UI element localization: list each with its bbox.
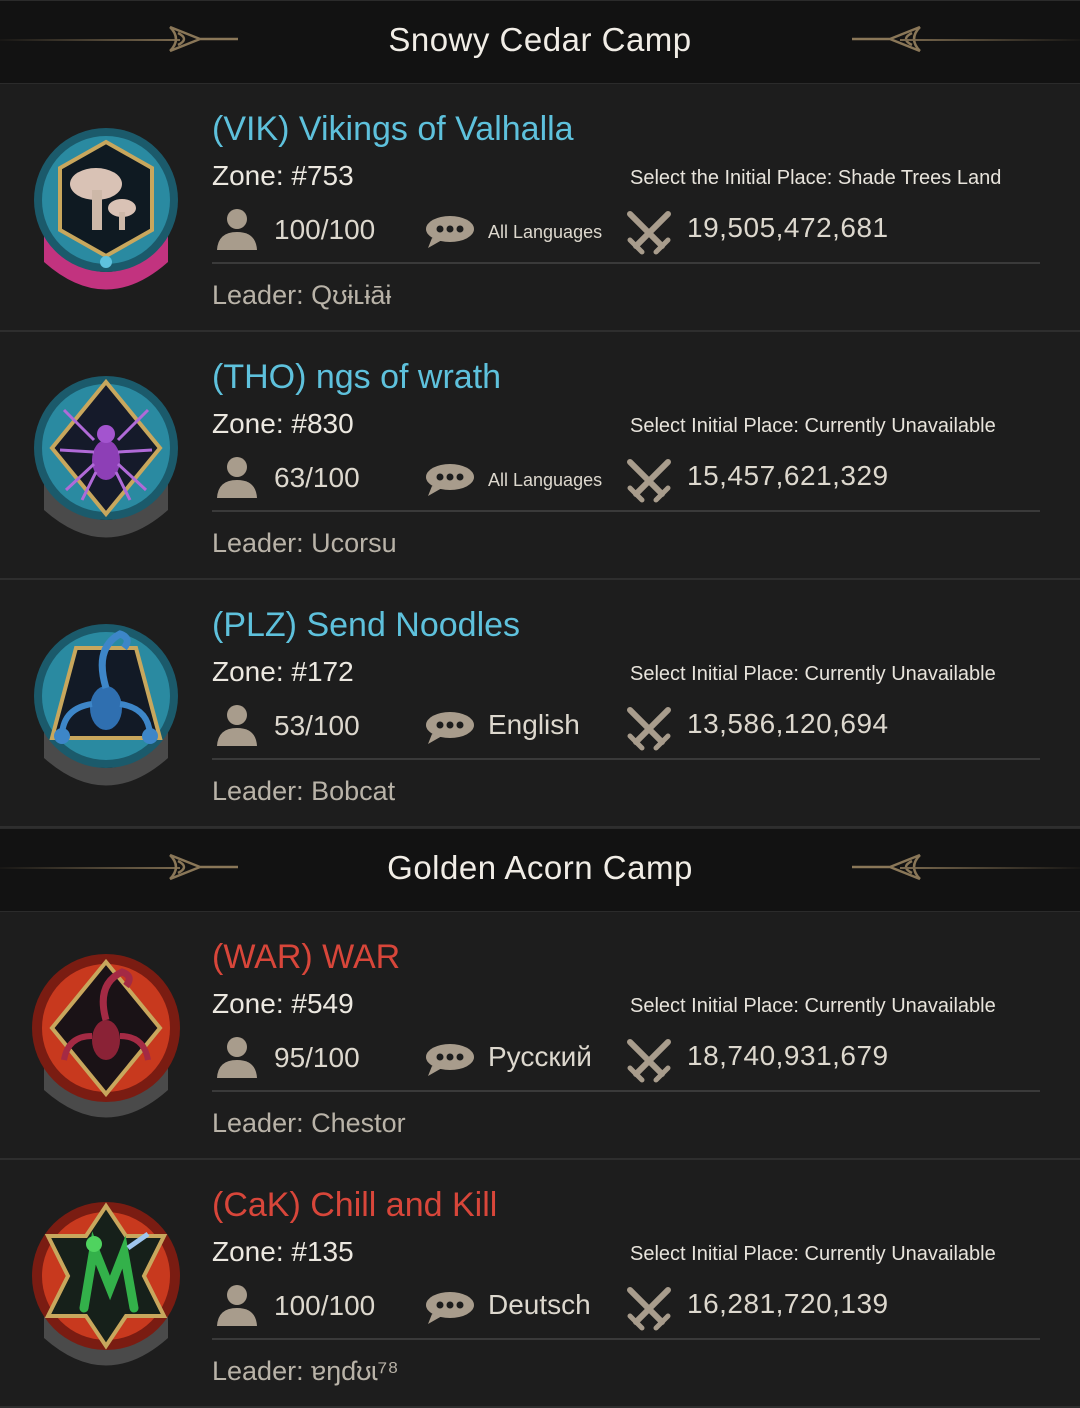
- initial-place: Select Initial Place: Currently Unavaila…: [630, 663, 996, 685]
- alliance-leader: Leader: Ucorsu: [212, 528, 397, 558]
- alliance-stats: 100/100 All Languages 19,505,472,681: [212, 204, 1040, 264]
- initial-place: Select Initial Place: Currently Unavaila…: [630, 415, 996, 437]
- alliance-name[interactable]: (THO) ngs of wrath: [212, 358, 501, 397]
- chat-icon: [426, 1292, 474, 1324]
- spider-emblem-icon: [24, 360, 188, 550]
- header-divider-right: [900, 39, 1080, 41]
- initial-place: Select the Initial Place: Shade Trees La…: [630, 167, 1002, 189]
- alliance-zone: Zone: #135: [212, 1236, 354, 1267]
- alliance-name[interactable]: (PLZ) Send Noodles: [212, 606, 520, 645]
- member-icon: [217, 705, 257, 746]
- chat-icon: [426, 1044, 474, 1076]
- alliance-leader: Leader: Chestor: [212, 1108, 406, 1138]
- alliance-row[interactable]: (CaK) Chill and Kill Zone: #135 Select I…: [0, 1160, 1080, 1408]
- alliance-stats: 95/100 Русский 18,740,931,679: [212, 1032, 1040, 1092]
- alliance-language: All Languages: [488, 222, 603, 242]
- alliance-leader: Leader: Qʊɨʟɨāɨ: [212, 280, 392, 310]
- alliance-language: All Languages: [488, 470, 603, 490]
- alliance-row[interactable]: (PLZ) Send Noodles Zone: #172 Select Ini…: [0, 580, 1080, 828]
- stats-divider: [212, 510, 1040, 512]
- chat-icon: [426, 712, 474, 744]
- member-count: 100/100: [274, 214, 376, 245]
- alliance-language: Русский: [488, 1041, 592, 1072]
- alliance-power: 18,740,931,679: [687, 1040, 889, 1071]
- alliance-power: 19,505,472,681: [687, 212, 889, 243]
- alliance-name[interactable]: (CaK) Chill and Kill: [212, 1186, 497, 1225]
- alliance-zone: Zone: #830: [212, 408, 354, 439]
- stats-divider: [212, 758, 1040, 760]
- mantis-emblem-icon: [24, 1188, 188, 1378]
- crossed-swords-icon: [627, 1039, 671, 1083]
- alliance-power: 15,457,621,329: [687, 460, 889, 491]
- mushroom-emblem-icon: [24, 112, 188, 302]
- alliance-row[interactable]: (VIK) Vikings of Valhalla Zone: #753 Sel…: [0, 84, 1080, 332]
- alliance-zone: Zone: #172: [212, 656, 354, 687]
- alliance-row[interactable]: (WAR) WAR Zone: #549 Select Initial Plac…: [0, 912, 1080, 1160]
- camp-header: Golden Acorn Camp: [0, 828, 1080, 912]
- alliance-leader: Leader: ɐŋɗʊɩ⁷⁸: [212, 1356, 399, 1386]
- alliance-zone: Zone: #753: [212, 160, 354, 191]
- member-count: 100/100: [274, 1290, 376, 1321]
- scorpion-emblem-icon: [24, 608, 188, 798]
- initial-place: Select Initial Place: Currently Unavaila…: [630, 995, 996, 1017]
- initial-place: Select Initial Place: Currently Unavaila…: [630, 1243, 996, 1265]
- crossed-swords-icon: [627, 459, 671, 503]
- member-icon: [217, 1037, 257, 1078]
- camp-header: Snowy Cedar Camp: [0, 0, 1080, 84]
- stats-divider: [212, 262, 1040, 264]
- member-count: 63/100: [274, 462, 360, 493]
- member-icon: [217, 209, 257, 250]
- stats-divider: [212, 1338, 1040, 1340]
- alliance-leader: Leader: Bobcat: [212, 776, 396, 806]
- chat-icon: [426, 216, 474, 248]
- alliance-name[interactable]: (VIK) Vikings of Valhalla: [212, 110, 574, 149]
- crossed-swords-icon: [627, 211, 671, 255]
- stats-divider: [212, 1090, 1040, 1092]
- alliance-zone: Zone: #549: [212, 988, 354, 1019]
- alliance-stats: 100/100 Deutsch 16,281,720,139: [212, 1280, 1040, 1340]
- crossed-swords-icon: [627, 707, 671, 751]
- alliance-language: Deutsch: [488, 1289, 591, 1320]
- alliance-power: 13,586,120,694: [687, 708, 889, 739]
- member-icon: [217, 1285, 257, 1326]
- member-icon: [217, 457, 257, 498]
- member-count: 53/100: [274, 710, 360, 741]
- alliance-row[interactable]: (THO) ngs of wrath Zone: #830 Select Ini…: [0, 332, 1080, 580]
- alliance-power: 16,281,720,139: [687, 1288, 889, 1319]
- alliance-stats: 63/100 All Languages 15,457,621,329: [212, 452, 1040, 512]
- scorpion-red-emblem-icon: [24, 940, 188, 1130]
- header-divider-right: [900, 867, 1080, 869]
- member-count: 95/100: [274, 1042, 360, 1073]
- alliance-language: English: [488, 709, 580, 740]
- alliance-stats: 53/100 English 13,586,120,694: [212, 700, 1040, 760]
- chat-icon: [426, 464, 474, 496]
- alliance-name[interactable]: (WAR) WAR: [212, 938, 400, 977]
- crossed-swords-icon: [627, 1287, 671, 1331]
